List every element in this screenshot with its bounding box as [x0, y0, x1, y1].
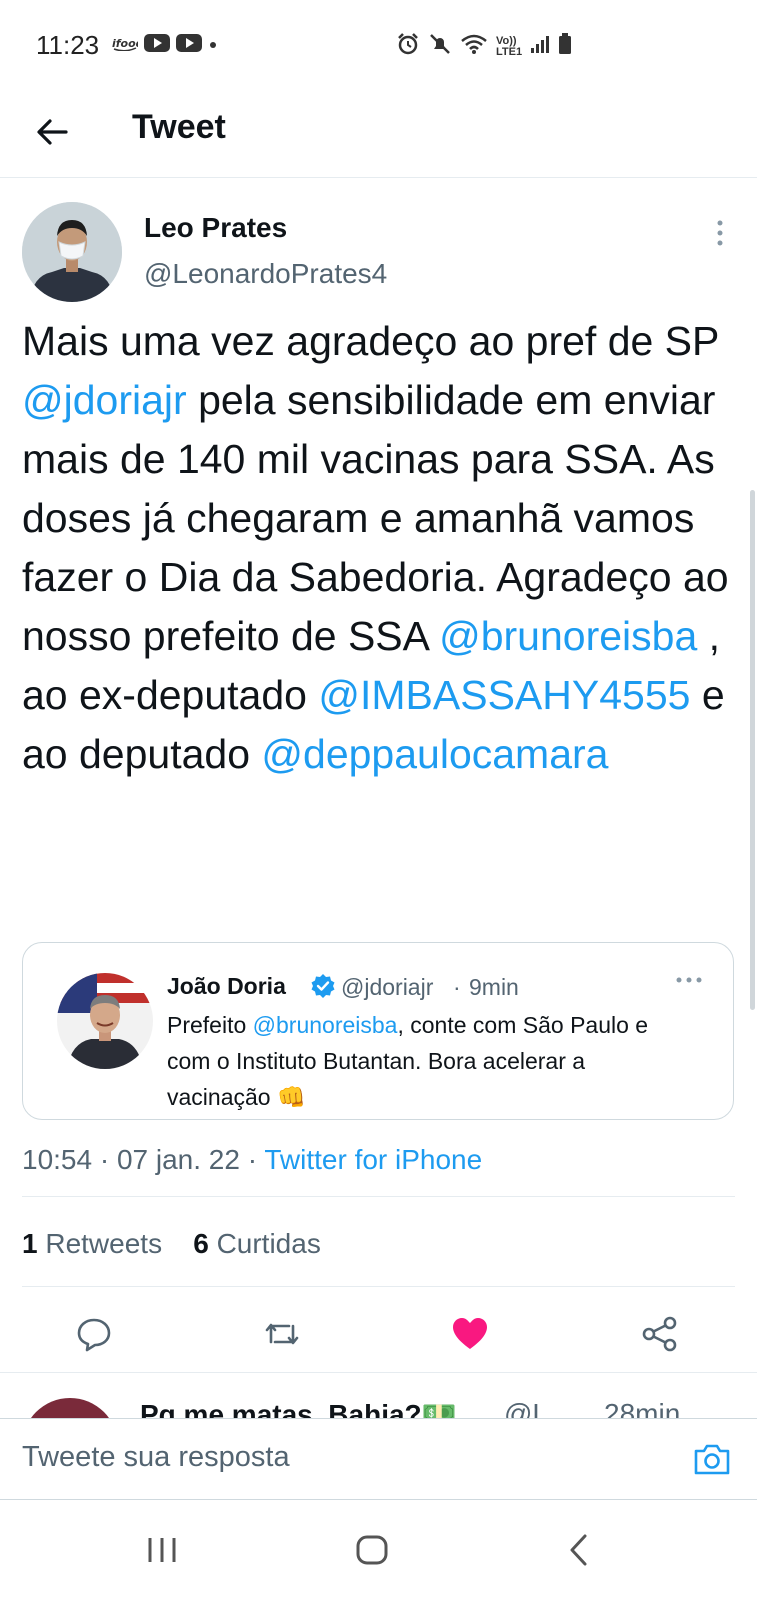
lte-label-top: Vo)) [496, 34, 517, 47]
back-icon[interactable] [560, 1530, 600, 1570]
quoted-time: 9min [469, 974, 519, 1000]
quoted-author-name[interactable]: João Doria [167, 973, 286, 1000]
share-icon[interactable] [640, 1314, 680, 1354]
retweets-stat[interactable]: 1 Retweets [22, 1228, 162, 1259]
camera-icon[interactable] [692, 1439, 732, 1479]
tweet-text: Mais uma vez agradeço ao pref de SP @jdo… [22, 312, 734, 784]
quoted-avatar[interactable] [57, 973, 153, 1069]
ifood-icon: ifood [112, 35, 144, 56]
author-handle[interactable]: @LeonardoPrates4 [144, 258, 387, 290]
next-tweet-avatar[interactable] [22, 1398, 118, 1418]
next-tweet-preview[interactable]: Pq me matas, Bahia?💵 @L... 28min [0, 1376, 757, 1418]
mute-icon [428, 32, 452, 61]
quoted-author-handle[interactable]: @jdoriajr [341, 974, 433, 1001]
signal-icon [530, 34, 550, 59]
mention-link[interactable]: @deppaulocamara [261, 731, 608, 777]
tweet-text-segment: Mais uma vez agradeço ao pref de SP [22, 318, 719, 364]
next-tweet-handle[interactable]: @L... [504, 1398, 571, 1418]
tweet-source-link[interactable]: Twitter for iPhone [264, 1144, 482, 1175]
lte-icon: Vo)) LTE1 [496, 34, 523, 58]
divider [22, 1196, 735, 1197]
tweet-stats: 1 Retweets 6 Curtidas [22, 1228, 321, 1260]
arrow-left-icon[interactable] [32, 112, 72, 152]
retweets-label: Retweets [45, 1228, 163, 1259]
more-horizontal-icon[interactable] [673, 973, 709, 987]
system-nav-bar [0, 1500, 757, 1600]
reply-input[interactable]: Tweete sua resposta [22, 1441, 290, 1474]
youtube-icon [176, 34, 202, 57]
more-options-icon[interactable] [712, 218, 728, 248]
retweets-count: 1 [22, 1228, 38, 1259]
quoted-text: Prefeito @brunoreisba, conte com São Pau… [167, 1007, 687, 1115]
status-right-icons: Vo)) LTE1 [396, 32, 572, 61]
mention-link[interactable]: @brunoreisba [253, 1012, 398, 1038]
dot-icon [208, 37, 218, 55]
mention-link[interactable]: @jdoriajr [22, 377, 187, 423]
likes-label: Curtidas [216, 1228, 321, 1259]
quoted-text-segment: Prefeito [167, 1012, 253, 1038]
alarm-icon [396, 32, 420, 61]
retweet-icon[interactable] [262, 1314, 302, 1354]
timestamp-text: 10:54 · 07 jan. 22 · [22, 1144, 265, 1175]
likes-stat[interactable]: 6 Curtidas [193, 1228, 321, 1259]
reply-icon[interactable] [74, 1314, 114, 1354]
home-icon[interactable] [352, 1530, 392, 1570]
battery-icon [558, 33, 572, 60]
author-name[interactable]: Leo Prates [144, 212, 287, 244]
wifi-icon [460, 33, 488, 60]
divider [22, 1286, 735, 1287]
status-time: 11:23 [36, 30, 100, 60]
separator-dot: · [453, 974, 461, 1000]
reply-composer[interactable]: Tweete sua resposta [0, 1418, 757, 1500]
quoted-tweet-card[interactable]: João Doria @jdoriajr · 9min Prefeito @br… [22, 942, 734, 1120]
verified-badge-icon [310, 973, 336, 999]
likes-count: 6 [193, 1228, 209, 1259]
recent-apps-icon[interactable] [142, 1530, 182, 1570]
app-header: Tweet [0, 92, 757, 178]
tweet-timestamp: 10:54 · 07 jan. 22 · Twitter for iPhone [22, 1144, 482, 1176]
tweet-actions [0, 1300, 757, 1372]
mention-link[interactable]: @IMBASSAHY4555 [318, 672, 690, 718]
next-tweet-author[interactable]: Pq me matas, Bahia?💵 [140, 1398, 457, 1418]
youtube-icon [144, 34, 170, 57]
next-tweet-time: 28min [604, 1398, 681, 1418]
like-heart-icon[interactable] [450, 1314, 490, 1354]
scrollbar[interactable] [750, 490, 755, 1010]
page-title: Tweet [132, 108, 226, 146]
status-bar: 11:23 ifood Vo)) LTE1 [0, 0, 757, 92]
divider [0, 1372, 757, 1373]
lte-label-bottom: LTE1 [496, 45, 523, 58]
mention-link[interactable]: @brunoreisba [439, 613, 697, 659]
avatar[interactable] [22, 202, 122, 302]
status-left-icons: ifood [112, 34, 218, 57]
